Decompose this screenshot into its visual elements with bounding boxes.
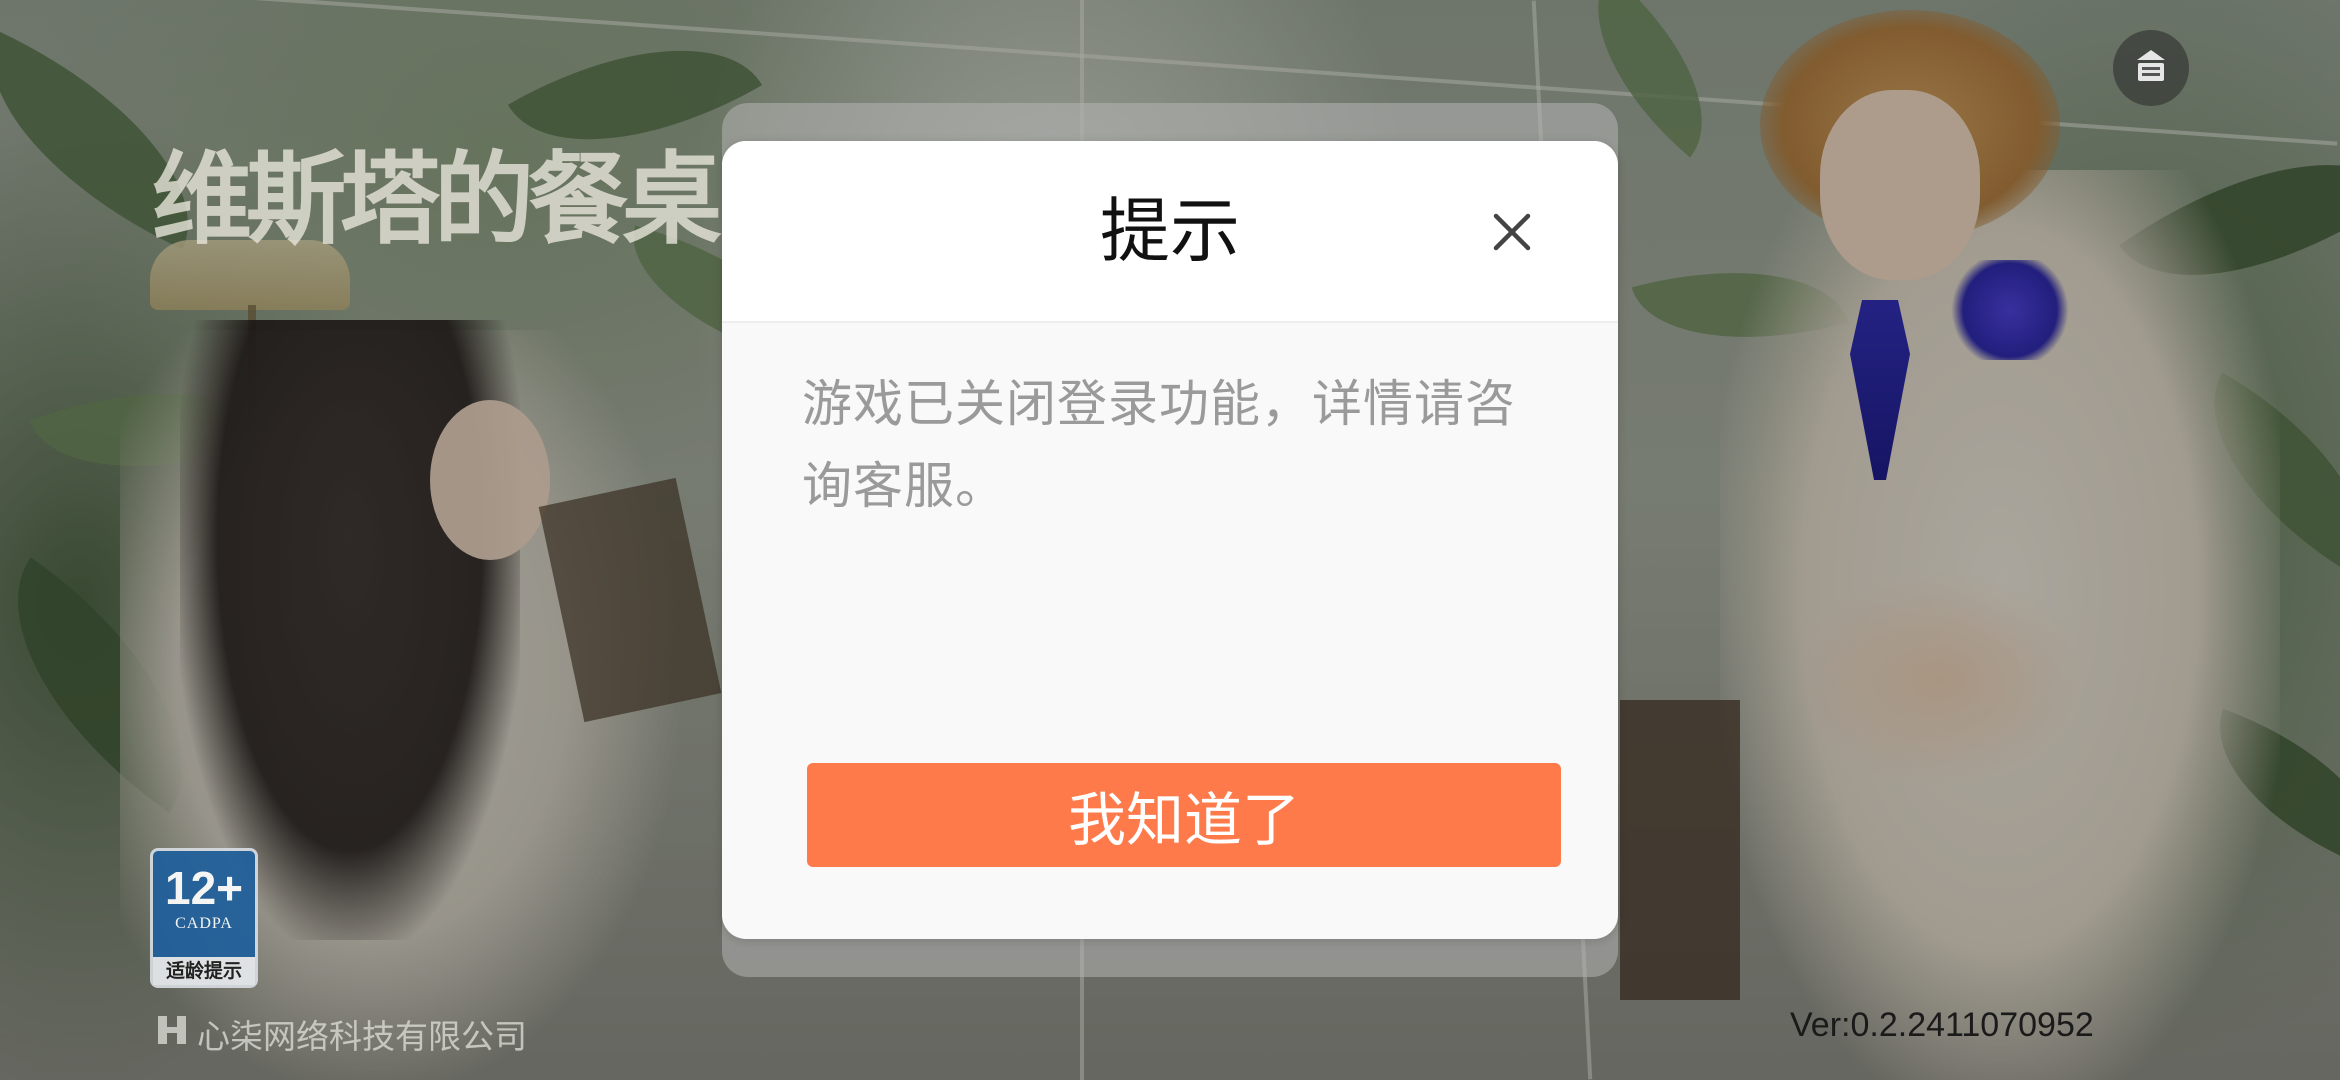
age-rating-number: 12+ [164, 862, 244, 914]
close-button[interactable] [1487, 207, 1537, 257]
company-info: 心柒网络科技有限公司 [155, 1010, 527, 1058]
age-rating-badge: 12+ CADPA 适龄提示 [150, 848, 258, 988]
company-logo-icon [155, 1013, 189, 1055]
notice-board-button[interactable] [2113, 30, 2189, 106]
version-label: Ver:0.2.2411070952 [1790, 1006, 2094, 1044]
dialog-message: 游戏已关闭登录功能，详情请咨询客服。 [802, 375, 1516, 515]
notice-board-icon [2129, 44, 2173, 92]
age-rating-tip: 适龄提示 [153, 957, 255, 985]
notice-dialog: 提示 游戏已关闭登录功能，详情请咨询客服。 我知道了 [722, 141, 1618, 939]
age-rating-org: CADPA [175, 915, 233, 932]
game-logo: 维斯塔的餐桌 [152, 140, 722, 258]
close-icon [1493, 213, 1531, 251]
dialog-header: 提示 [722, 141, 1618, 323]
dialog-title: 提示 [1100, 190, 1240, 272]
company-name: 心柒网络科技有限公司 [197, 1017, 527, 1056]
confirm-button[interactable]: 我知道了 [807, 763, 1561, 867]
